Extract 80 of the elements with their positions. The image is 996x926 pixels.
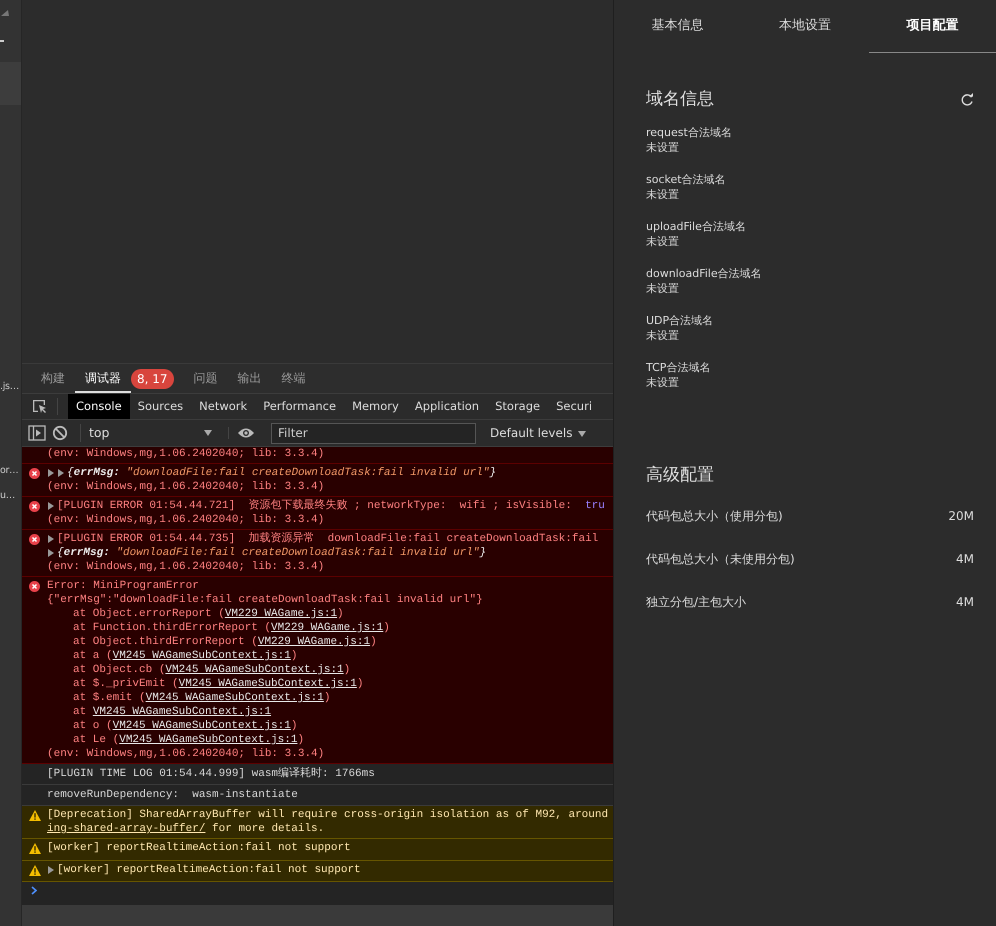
log-line: Error: MiniProgramError (47, 579, 199, 593)
log-line: [worker] reportRealtimeAction:fail not support (57, 862, 361, 876)
log-line: (env: Windows,mg,1.06.2402040; lib: 3.3.4) (47, 747, 324, 761)
log-line: at Function.thirdErrorReport (VM229 WAGame.js:1) (72, 621, 390, 635)
source-link[interactable]: VM245 WAGameSubContext.js:1 (112, 720, 291, 732)
log-line: [worker] reportRealtimeAction:fail not support (47, 841, 351, 855)
field-value: 未设置 (646, 140, 680, 156)
setting-value: 4M (956, 594, 974, 610)
devtools-tab[interactable]: Sources (130, 394, 192, 419)
panel-tab[interactable]: 输出 (228, 364, 272, 393)
devtools-tab[interactable]: Securi (548, 394, 600, 419)
log-line: (env: Windows,mg,1.06.2402040; lib: 3.3.4) (47, 480, 324, 494)
log-line: at a (VM245 WAGameSubContext.js:1) (72, 649, 298, 663)
filter-field[interactable]: Filter (271, 422, 476, 444)
field-value: 未设置 (646, 328, 680, 344)
log-line: [PLUGIN ERROR 01:54.44.735] 加载资源异常 downloadFile:fail createDownloadTask:fail (57, 532, 598, 546)
field-label: TCP合法域名 (646, 360, 712, 374)
count-badge: 8, 17 (131, 368, 174, 388)
context-dropdown[interactable]: top (80, 424, 218, 442)
setting-label: 代码包总大小（使用分包) (646, 508, 783, 524)
setting-label: 代码包总大小（未使用分包) (646, 550, 795, 568)
field-value: 未设置 (646, 280, 680, 296)
field-value: 未设置 (646, 374, 680, 390)
source-link[interactable]: VM229 WAGame.js:1 (224, 608, 338, 620)
log-line: at $._privEmit (VM245 WAGameSubContext.js:1) (72, 677, 364, 691)
file-name[interactable]: u… (0, 489, 21, 503)
log-line: {errMsg: "downloadFile:fail createDownloadTask:fail invalid url"} (57, 546, 486, 560)
log-line: {errMsg: "downloadFile:fail createDownloadTask:fail invalid url"} (67, 466, 496, 480)
devtools-tab[interactable]: Network (191, 394, 256, 419)
field-label: request合法域名 (646, 124, 733, 140)
log-line: (env: Windows,mg,1.06.2402040; lib: 3.3.4) (47, 513, 324, 527)
source-link[interactable]: VM245 WAGameSubContext.js:1 (165, 664, 344, 676)
log-line: at $.emit (VM245 WAGameSubContext.js:1) (72, 691, 330, 705)
log-line: [PLUGIN ERROR 01:54.44.721] 资源包下载最终失败 ; networkType: wifi ; isVisible: tru (57, 499, 605, 513)
log-line: [PLUGIN TIME LOG 01:54.44.999] wasm编译耗时: 1766ms (47, 767, 375, 781)
file-name[interactable]: .js… (0, 380, 21, 394)
section-title: 域名信息 (646, 88, 714, 111)
field-value: 未设置 (646, 186, 680, 202)
log-line: {"errMsg":"downloadFile:fail createDownloadTask:fail invalid url"} (47, 593, 483, 607)
devtools-tab[interactable]: Memory (344, 394, 407, 419)
setting-label: 独立分包/主包大小 (646, 594, 746, 610)
field-label: uploadFile合法域名 (646, 218, 747, 234)
panel-tab[interactable]: 终端 (272, 364, 316, 393)
panel-tab[interactable]: 问题 (184, 364, 228, 393)
levels-dropdown[interactable]: Default levels (484, 423, 592, 443)
settings-tab[interactable]: 项目配置 (868, 0, 996, 53)
log-line: ing-shared-array-buffer/ for more details. (47, 822, 324, 836)
source-link[interactable]: VM245 WAGameSubContext.js:1 (146, 692, 324, 704)
setting-value: 4M (956, 550, 974, 568)
source-link[interactable]: VM245 WAGameSubContext.js:1 (92, 706, 272, 718)
log-line: at Object.cb (VM245 WAGameSubContext.js:1) (72, 663, 350, 677)
log-line: at Object.thirdErrorReport (VM229 WAGame.js:1) (72, 635, 377, 649)
source-link[interactable]: VM229 WAGame.js:1 (258, 636, 370, 648)
devtools-tab[interactable]: Storage (487, 394, 548, 419)
file-name[interactable]: or… (0, 464, 21, 478)
log-line: removeRunDependency: wasm-instantiate (47, 788, 298, 802)
log-line: [Deprecation] SharedArrayBuffer will require cross-origin isolation as of M92, around (47, 808, 608, 822)
source-link[interactable]: VM245 WAGameSubContext.js:1 (178, 678, 357, 690)
log-line: at o (VM245 WAGameSubContext.js:1) (72, 719, 298, 733)
devtools-tab[interactable]: Performance (255, 394, 344, 419)
log-line: at Object.errorReport (VM229 WAGame.js:1) (72, 607, 344, 621)
source-link[interactable]: VM245 WAGameSubContext.js:1 (119, 734, 298, 746)
field-label: downloadFile合法域名 (646, 266, 763, 280)
log-line: (env: Windows,mg,1.06.2402040; lib: 3.3.4) (47, 447, 324, 461)
devtools-tab[interactable]: Application (406, 394, 488, 419)
source-link[interactable]: VM229 WAGame.js:1 (271, 622, 384, 634)
field-label: socket合法域名 (646, 172, 727, 186)
field-label: UDP合法域名 (646, 312, 714, 328)
setting-value: 20M (948, 508, 974, 524)
log-line: at VM245 WAGameSubContext.js:1 (72, 705, 272, 719)
settings-tab[interactable]: 基本信息 (614, 0, 742, 53)
field-value: 未设置 (646, 234, 680, 250)
log-line: (env: Windows,mg,1.06.2402040; lib: 3.3.4) (47, 560, 324, 574)
settings-tab[interactable]: 本地设置 (741, 0, 869, 53)
source-link[interactable]: VM245 WAGameSubContext.js:1 (112, 650, 291, 662)
panel-tab[interactable]: 构建 (31, 364, 75, 393)
section-title: 高级配置 (646, 464, 715, 486)
source-link[interactable]: ing-shared-array-buffer/ (47, 823, 206, 835)
log-line: at Le (VM245 WAGameSubContext.js:1) (72, 733, 304, 747)
devtools-tab[interactable]: Console (68, 394, 130, 419)
